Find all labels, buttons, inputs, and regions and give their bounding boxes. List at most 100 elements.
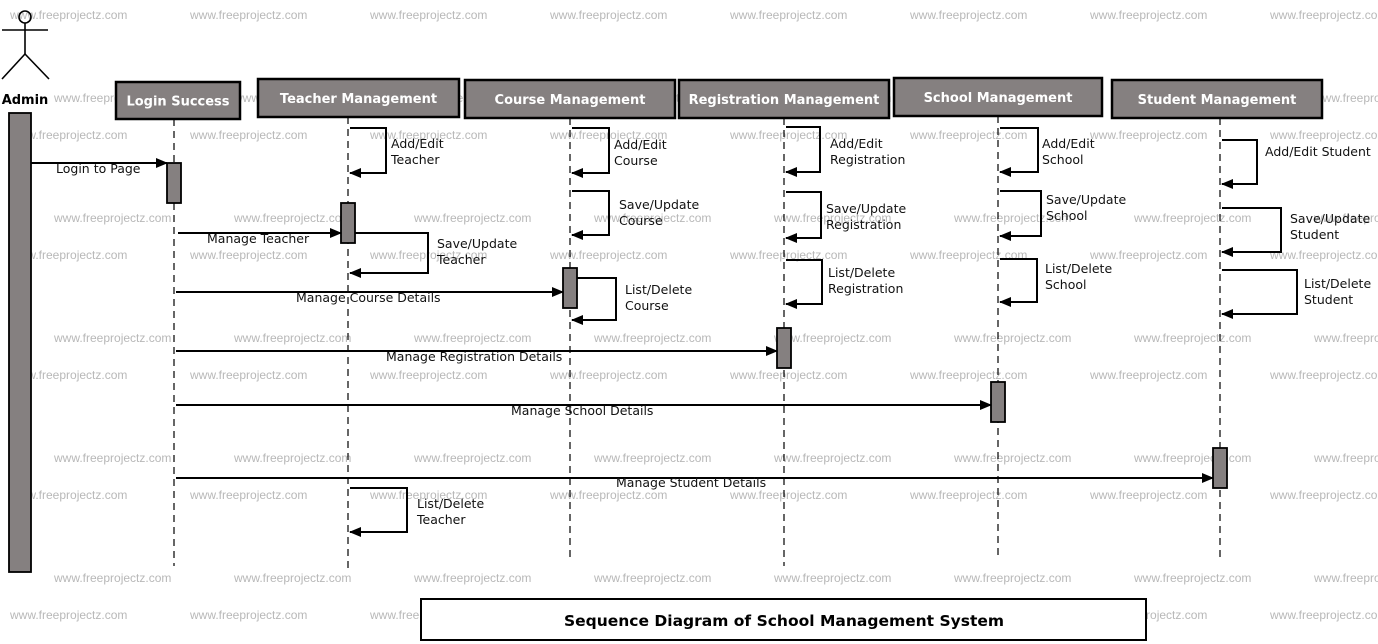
self-message-label: List/Delete — [828, 265, 895, 280]
watermark-text: www.freeprojectz.com — [233, 331, 351, 345]
actor-activation-bar — [8, 112, 32, 573]
self-message-student: List/DeleteStudent — [1221, 269, 1371, 319]
self-message-label: Save/Update — [1290, 211, 1370, 226]
watermark-text: www.freeprojectz.com — [233, 211, 351, 225]
message-login: Login to Page — [31, 158, 168, 176]
watermark-text: www.freeprojectz.com — [549, 368, 667, 382]
watermark-text: www.freeprojectz.com — [53, 331, 171, 345]
watermark-text: www.freeprojectz.com — [593, 331, 711, 345]
self-message-arrow — [999, 258, 1038, 307]
self-message-label: Add/Edit — [1042, 136, 1095, 151]
watermark-text: www.freeprojectz.com — [1269, 128, 1378, 142]
watermark-text: www.freeprojectz.com — [369, 8, 487, 22]
watermark-text: www.freeprojectz.com — [1313, 571, 1378, 585]
self-message-label: Teacher — [436, 252, 486, 267]
message-school: Manage School Details — [176, 400, 992, 418]
self-message-label: School — [1045, 277, 1087, 292]
watermark-text: www.freeprojectz.com — [189, 488, 307, 502]
watermark-text: www.freeprojectz.com — [413, 451, 531, 465]
self-message-label: Registration — [826, 217, 901, 232]
self-message-label: Save/Update — [437, 236, 517, 251]
watermark-text: www.freeprojectz.com — [369, 368, 487, 382]
message-label: Manage Registration Details — [386, 349, 562, 364]
watermark-text: www.freeprojectz.com — [1089, 488, 1207, 502]
self-message-label: Add/Edit Student — [1265, 144, 1371, 159]
self-message-label: List/Delete — [417, 496, 484, 511]
watermark-text: www.freeprojectz.com — [53, 211, 171, 225]
activation-bar-login — [166, 162, 182, 204]
watermark-text: www.freeprojectz.com — [909, 488, 1027, 502]
watermark-text: www.freeprojectz.com — [1089, 128, 1207, 142]
self-message-label: Teacher — [416, 512, 466, 527]
watermark-text: www.freeprojectz.com — [909, 368, 1027, 382]
watermark-text: www.freeprojectz.com — [953, 451, 1071, 465]
watermark-text: www.freeprojectz.com — [1089, 8, 1207, 22]
lifeline-label: Course Management — [495, 93, 646, 108]
self-message-label: Course — [625, 298, 669, 313]
self-message-label: Save/Update — [826, 201, 906, 216]
message-teacher: Manage Teacher — [178, 228, 342, 246]
watermark-text: www.freeprojectz.com — [953, 571, 1071, 585]
watermark-text: www.freeprojectz.com — [773, 451, 891, 465]
watermark-text: www.freeprojectz.com — [909, 8, 1027, 22]
watermark-text: www.freeprojectz.com — [9, 608, 127, 622]
watermark-text: www.freeprojectz.com — [413, 331, 531, 345]
watermark-text: www.freeprojectz.com — [1269, 608, 1378, 622]
self-message-label: List/Delete — [625, 282, 692, 297]
self-message-label: Course — [619, 213, 663, 228]
watermark-text: www.freeprojectz.com — [1313, 451, 1378, 465]
lifeline-label: Registration Management — [689, 93, 880, 108]
watermark-text: www.freeprojectz.com — [189, 248, 307, 262]
self-message-label: Teacher — [390, 152, 440, 167]
watermark-text: www.freeprojectz.com — [1269, 8, 1378, 22]
watermark-text: www.freeprojectz.com — [233, 571, 351, 585]
lifeline-label: School Management — [924, 91, 1073, 106]
watermark-text: www.freeprojectz.com — [9, 8, 127, 22]
self-message-label: Course — [614, 153, 658, 168]
message-label: Login to Page — [56, 161, 141, 176]
self-message-label: Save/Update — [619, 197, 699, 212]
watermark-text: www.freeprojectz.com — [189, 368, 307, 382]
self-message-registration: List/DeleteRegistration — [785, 259, 903, 309]
lifeline-label: Student Management — [1138, 93, 1297, 108]
watermark-text: www.freeprojectz.com — [549, 248, 667, 262]
sequence-diagram: www.freeprojectz.com www.freeprojectz.com… — [1, 8, 1378, 641]
self-message-label: Add/Edit — [391, 136, 444, 151]
watermark-text: www.freeprojectz.com — [549, 8, 667, 22]
lifeline-label: Teacher Management — [280, 92, 437, 107]
self-message-label: Registration — [828, 281, 903, 296]
watermark-text: www.freeprojectz.com — [189, 128, 307, 142]
watermark-text: www.freeprojectz.com — [729, 368, 847, 382]
message-course: Manage Course Details — [176, 287, 564, 305]
watermark-text: www.freeprojectz.com — [189, 608, 307, 622]
message-registration: Manage Registration Details — [176, 346, 778, 364]
watermark-text: www.freeprojectz.com — [1313, 331, 1378, 345]
watermark-text: www.freeprojectz.com — [1133, 451, 1251, 465]
watermark-text: www.freeprojectz.com — [189, 8, 307, 22]
watermark-text: www.freeprojectz.com — [53, 571, 171, 585]
watermark-text: www.freeprojectz.com — [549, 488, 667, 502]
self-message-label: List/Delete — [1045, 261, 1112, 276]
activation-bar-school — [990, 381, 1006, 423]
activation-bar-registration — [776, 327, 792, 369]
self-message-label: Student — [1290, 227, 1339, 242]
self-message-arrow — [571, 277, 617, 325]
watermark-text: www.freeprojectz.com — [233, 451, 351, 465]
watermark-text: www.freeprojectz.com — [1089, 368, 1207, 382]
watermark-text: www.freeprojectz.com — [1133, 571, 1251, 585]
activation-bar-student — [1212, 447, 1228, 489]
self-message-label: School — [1046, 208, 1088, 223]
self-message-arrow — [1221, 139, 1258, 189]
activation-bar-teacher — [340, 202, 356, 244]
watermark-text: www.freeprojectz.com — [909, 128, 1027, 142]
watermark-text: www.freeprojectz.com — [1133, 331, 1251, 345]
self-message-arrow — [1221, 269, 1298, 319]
self-message-label: School — [1042, 152, 1084, 167]
actor-label: Admin — [2, 93, 49, 108]
message-label: Manage School Details — [511, 403, 653, 418]
message-label: Manage Teacher — [207, 231, 310, 246]
diagram-title: Sequence Diagram of School Management Sy… — [420, 598, 1147, 641]
message-student: Manage Student Details — [176, 473, 1214, 490]
self-message-course: List/DeleteCourse — [571, 277, 692, 325]
watermark-text: www.freeprojectz.com — [773, 571, 891, 585]
